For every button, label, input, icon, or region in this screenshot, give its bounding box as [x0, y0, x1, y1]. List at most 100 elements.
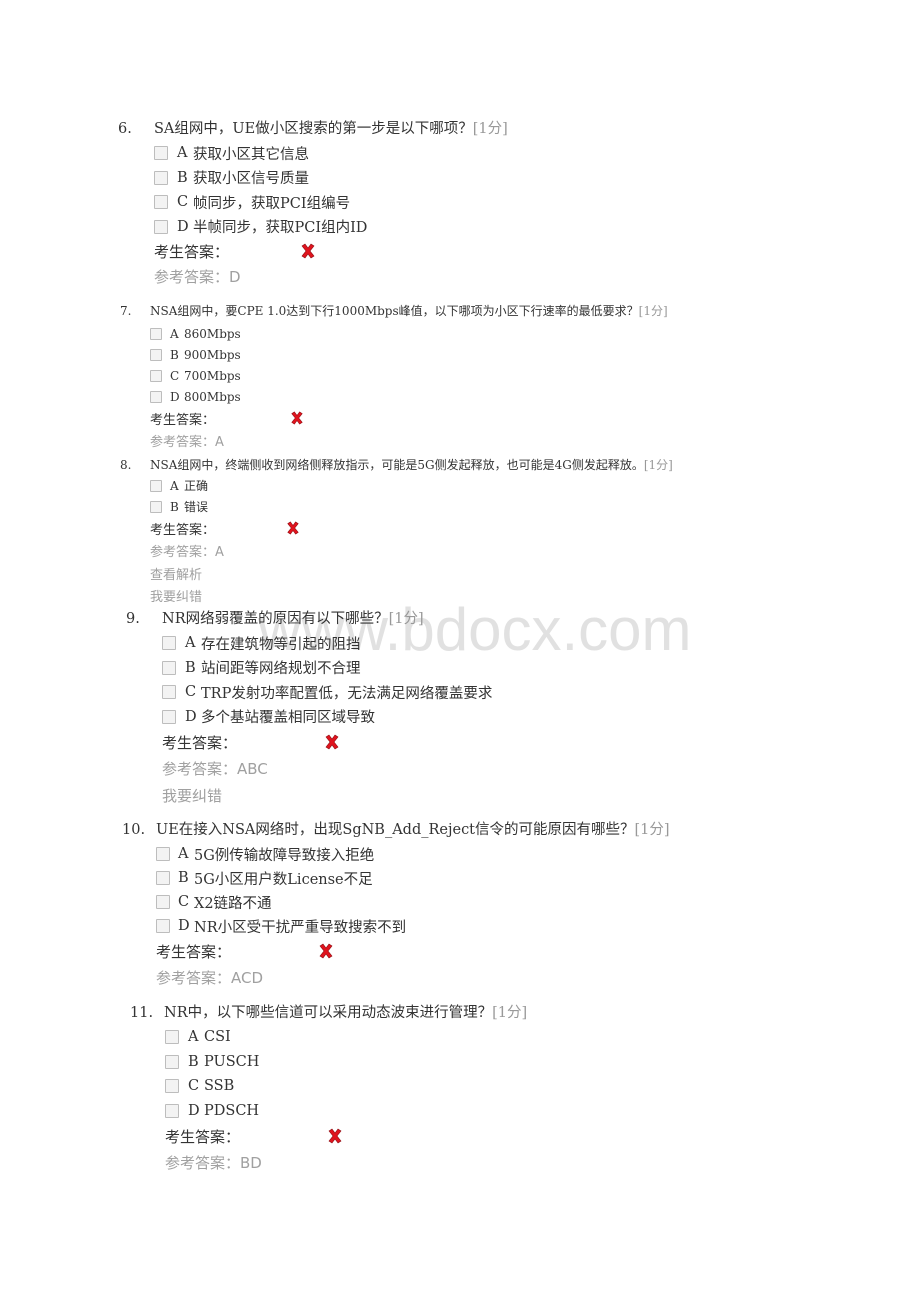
option-d[interactable]: D 半帧同步，获取PCI组内ID: [154, 215, 508, 240]
question-number: 9.: [126, 611, 140, 627]
question-text: NSA组网中，终端侧收到网络侧释放指示，可能是5G侧发起释放，也可能是4G侧发起…: [150, 458, 644, 472]
option-b[interactable]: B 900Mbps: [150, 344, 668, 365]
option-text: 获取小区信号质量: [193, 171, 309, 188]
option-a[interactable]: A 存在建筑物等引起的阻挡: [162, 631, 492, 656]
reference-answer: 参考答案：ACD: [156, 968, 264, 987]
checkbox[interactable]: [156, 895, 170, 909]
checkbox[interactable]: [154, 146, 168, 161]
option-b[interactable]: B 站间距等网络规划不合理: [162, 656, 492, 681]
checkbox[interactable]: [150, 500, 162, 513]
option-text: PDSCH: [204, 1102, 260, 1119]
wrong-x-icon: [286, 521, 300, 535]
option-d[interactable]: D NR小区受干扰严重导致搜索不到: [156, 914, 670, 938]
question-number: 8.: [120, 458, 132, 472]
option-d[interactable]: D PDSCH: [165, 1099, 527, 1124]
question-7: 7. NSA组网中，要CPE 1.0达到下行1000Mbps峰值，以下哪项为小区…: [120, 302, 668, 451]
question-score: [1分]: [634, 822, 670, 838]
question-score: [1分]: [472, 121, 508, 137]
option-letter: C: [185, 684, 197, 701]
option-text: 错误: [184, 500, 209, 514]
question-number: 11.: [130, 1005, 154, 1021]
option-a[interactable]: A CSI: [165, 1025, 527, 1050]
checkbox[interactable]: [162, 636, 176, 651]
checkbox[interactable]: [150, 369, 162, 382]
report-error-link[interactable]: 我要纠错: [150, 585, 673, 608]
question-number: 6.: [118, 121, 132, 137]
checkbox[interactable]: [165, 1054, 179, 1069]
option-letter: A: [188, 1029, 199, 1046]
question-11: 11. NR中，以下哪些信道可以采用动态波束进行管理？ [1分] A CSI BP…: [130, 1001, 527, 1175]
student-answer-label: 考生答案：: [150, 412, 216, 428]
checkbox[interactable]: [165, 1079, 179, 1094]
option-text: 正确: [184, 479, 209, 493]
wrong-x-icon: [327, 1128, 343, 1144]
option-letter: B: [185, 659, 196, 676]
option-a[interactable]: A 正确: [150, 475, 673, 496]
option-a[interactable]: A 860Mbps: [150, 323, 668, 344]
question-6: 6. SA组网中，UE做小区搜索的第一步是以下哪项？ [1分] A 获取小区其它信…: [118, 117, 508, 289]
checkbox[interactable]: [165, 1103, 179, 1118]
reference-answer: 参考答案：ABC: [162, 760, 268, 779]
option-a[interactable]: A 获取小区其它信息: [154, 141, 508, 166]
student-answer-label: 考生答案：: [165, 1127, 241, 1146]
option-text: 5G例传输故障导致接入拒绝: [194, 847, 375, 864]
report-error-link[interactable]: 我要纠错: [162, 782, 492, 809]
option-letter: B: [178, 870, 189, 886]
option-letter: A: [185, 635, 196, 652]
view-analysis-link[interactable]: 查看解析: [150, 562, 673, 585]
checkbox[interactable]: [154, 195, 168, 210]
question-header: 11. NR中，以下哪些信道可以采用动态波束进行管理？ [1分]: [130, 1001, 527, 1025]
question-header: 9. NR网络弱覆盖的原因有以下哪些？ [1分]: [126, 607, 492, 631]
option-text: 半帧同步，获取PCI组内ID: [193, 220, 368, 237]
option-c[interactable]: C X2链路不通: [156, 890, 670, 914]
option-letter: B: [170, 499, 179, 514]
option-d[interactable]: D 多个基站覆盖相同区域导致: [162, 705, 492, 730]
wrong-x-icon: [290, 411, 304, 425]
student-answer-row: 考生答案：: [165, 1123, 527, 1149]
checkbox[interactable]: [150, 390, 162, 403]
checkbox[interactable]: [150, 348, 162, 361]
option-letter: D: [170, 389, 180, 404]
option-c[interactable]: C 700Mbps: [150, 365, 668, 386]
option-c[interactable]: C SSB: [165, 1074, 527, 1099]
question-score: [1分]: [638, 304, 668, 318]
checkbox[interactable]: [154, 219, 168, 234]
option-text: NR小区受干扰严重导致搜索不到: [194, 919, 407, 936]
option-b[interactable]: B 错误: [150, 496, 673, 517]
checkbox[interactable]: [150, 479, 162, 492]
option-c[interactable]: C 帧同步，获取PCI组编号: [154, 190, 508, 215]
checkbox[interactable]: [156, 847, 170, 861]
reference-answer: 参考答案：A: [150, 545, 224, 561]
option-b[interactable]: B 获取小区信号质量: [154, 166, 508, 191]
checkbox[interactable]: [150, 327, 162, 340]
option-text: 帧同步，获取PCI组编号: [193, 195, 351, 212]
option-letter: D: [185, 708, 197, 725]
checkbox[interactable]: [162, 660, 176, 675]
student-answer-label: 考生答案：: [154, 243, 230, 261]
question-text: NR中，以下哪些信道可以采用动态波束进行管理？: [164, 1005, 493, 1021]
checkbox[interactable]: [162, 709, 176, 724]
checkbox[interactable]: [165, 1030, 179, 1045]
option-letter: A: [177, 145, 188, 162]
option-d[interactable]: D 800Mbps: [150, 386, 668, 407]
reference-answer: 参考答案：BD: [165, 1153, 262, 1172]
reference-answer: 参考答案：A: [150, 434, 224, 450]
wrong-x-icon: [300, 243, 316, 259]
student-answer-row: 考生答案：: [162, 729, 492, 756]
question-text: NSA组网中，要CPE 1.0达到下行1000Mbps峰值，以下哪项为小区下行速…: [150, 304, 639, 318]
question-text: SA组网中，UE做小区搜索的第一步是以下哪项？: [154, 121, 473, 137]
option-b[interactable]: B PUSCH: [165, 1050, 527, 1075]
checkbox[interactable]: [156, 919, 170, 933]
option-c[interactable]: C TRP发射功率配置低，无法满足网络覆盖要求: [162, 680, 492, 705]
wrong-x-icon: [324, 734, 340, 750]
student-answer-row: 考生答案：: [150, 407, 668, 429]
option-a[interactable]: A 5G例传输故障导致接入拒绝: [156, 842, 670, 866]
question-text: UE在接入NSA网络时，出现SgNB_Add_Reject信令的可能原因有哪些？: [156, 822, 635, 838]
option-letter: C: [188, 1078, 200, 1095]
option-text: X2链路不通: [194, 895, 272, 912]
checkbox[interactable]: [156, 871, 170, 885]
question-10: 10. UE在接入NSA网络时，出现SgNB_Add_Reject信令的可能原因…: [122, 818, 670, 990]
option-b[interactable]: B 5G小区用户数License不足: [156, 866, 670, 890]
checkbox[interactable]: [162, 685, 176, 700]
checkbox[interactable]: [154, 170, 168, 185]
